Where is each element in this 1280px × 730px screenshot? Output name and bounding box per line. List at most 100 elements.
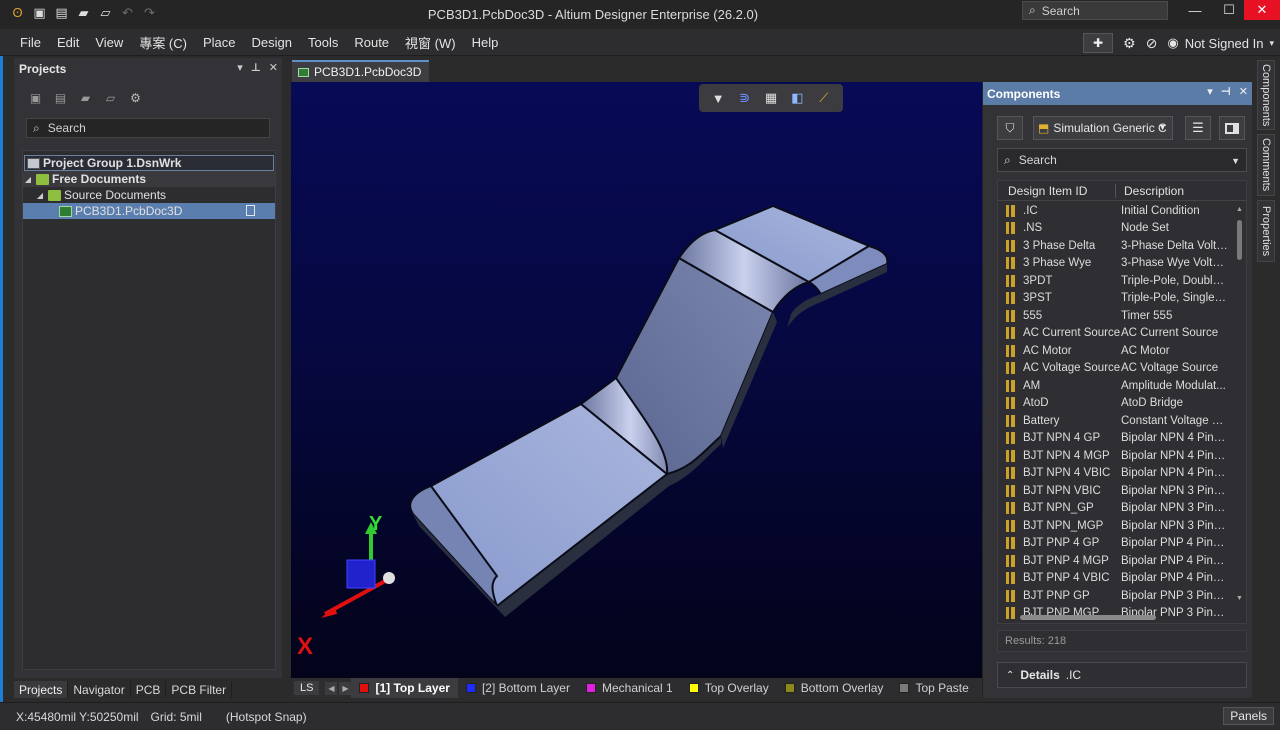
scrollbar-thumb[interactable] <box>1020 615 1156 620</box>
component-select-icon[interactable]: ▦ <box>763 90 779 106</box>
settings-gear-icon[interactable]: ⚙ <box>1123 35 1136 52</box>
project-settings-gear-icon[interactable]: ⚙ <box>128 91 143 105</box>
components-search-input[interactable]: ⌕ Search ▼ <box>997 148 1247 172</box>
component-row[interactable]: 3PST Triple-Pole, Single-T... <box>998 290 1234 308</box>
project-history-icon[interactable]: ▱ <box>103 91 118 105</box>
vertical-scrollbar[interactable]: ▲ ▼ <box>1236 202 1244 622</box>
menu-item-9[interactable]: Help <box>464 35 507 50</box>
scroll-up-icon[interactable]: ▲ <box>1236 206 1243 213</box>
menu-item-7[interactable]: Route <box>346 35 397 50</box>
layer-set-button[interactable]: LS <box>294 681 320 695</box>
layer-tab-2[interactable]: Mechanical 1 <box>578 678 681 698</box>
component-row[interactable]: BJT PNP GP Bipolar PNP 3 Pins Tr... <box>998 587 1234 605</box>
component-row[interactable]: .NS Node Set <box>998 220 1234 238</box>
projects-search-input[interactable]: ⌕ Search <box>26 118 270 138</box>
library-select-value: Simulation Generic C <box>1053 121 1167 135</box>
component-row[interactable]: AtoD AtoD Bridge <box>998 395 1234 413</box>
snap-magnet-icon[interactable]: ⋑ <box>737 90 753 106</box>
panel-close-icon[interactable]: ✕ <box>269 61 278 74</box>
route-icon[interactable]: ⟋ <box>816 90 832 106</box>
component-row[interactable]: BJT NPN 4 VBIC Bipolar NPN 4 Pins T... <box>998 465 1234 483</box>
layer-next-icon[interactable]: ▶ <box>339 681 352 695</box>
component-row[interactable]: BJT PNP 4 GP Bipolar PNP 4 Pins Tr... <box>998 535 1234 553</box>
panels-button[interactable]: Panels <box>1223 707 1274 725</box>
layer-tab-3[interactable]: Top Overlay <box>681 678 777 698</box>
tab-pcb3d-document[interactable]: PCB3D1.PcbDoc3D <box>292 60 430 82</box>
component-id: 3 Phase Wye <box>1023 257 1092 270</box>
filter-icon[interactable]: ▼ <box>710 90 726 106</box>
layer-prev-icon[interactable]: ◀ <box>325 681 338 695</box>
component-row[interactable]: 3 Phase Wye 3-Phase Wye Voltag... <box>998 255 1234 273</box>
component-row[interactable]: 555 Timer 555 <box>998 307 1234 325</box>
component-row[interactable]: BJT NPN 4 GP Bipolar NPN 4 Pins T... <box>998 430 1234 448</box>
pin-icon[interactable]: ⊣ <box>1221 85 1231 98</box>
menu-item-3[interactable]: 專案 (C) <box>131 33 195 52</box>
component-row[interactable]: Battery Constant Voltage S... <box>998 412 1234 430</box>
details-section-toggle[interactable]: ⌃ Details .IC <box>997 662 1247 688</box>
save-project-icon[interactable]: ▣ <box>28 91 43 105</box>
expand-arrow-icon[interactable]: ◢ <box>23 175 33 184</box>
tab-pcb[interactable]: PCB <box>131 681 167 698</box>
component-row[interactable]: 3PDT Triple-Pole, Double-... <box>998 272 1234 290</box>
component-row[interactable]: 3 Phase Delta 3-Phase Delta Volta... <box>998 237 1234 255</box>
column-header-design-item-id[interactable]: Design Item ID <box>998 183 1116 198</box>
side-tab-components[interactable]: Components <box>1257 60 1275 130</box>
toggle-details-view-button[interactable] <box>1219 116 1245 140</box>
global-search[interactable]: ⌕ Search <box>1022 1 1168 20</box>
3d-viewport[interactable]: Y X ▼ ⋑ ▦ ◧ ⟋ <box>291 82 982 678</box>
minimize-button[interactable]: — <box>1178 0 1212 20</box>
expand-arrow-icon[interactable]: ◢ <box>35 191 45 200</box>
menu-item-1[interactable]: Edit <box>49 35 87 50</box>
component-row[interactable]: BJT NPN 4 MGP Bipolar NPN 4 Pins T... <box>998 447 1234 465</box>
library-select[interactable]: ⬒ Simulation Generic C ▼ <box>1033 116 1173 140</box>
pin-icon[interactable]: ⊥ <box>251 61 261 74</box>
panel-close-icon[interactable]: ✕ <box>1239 85 1248 98</box>
menu-item-6[interactable]: Tools <box>300 35 346 50</box>
menu-item-4[interactable]: Place <box>195 35 244 50</box>
maximize-button[interactable]: ☐ <box>1212 0 1246 20</box>
close-button[interactable]: ✕ <box>1244 0 1280 20</box>
user-menu[interactable]: ◉ Not Signed In ▾ <box>1167 35 1274 51</box>
side-tab-properties[interactable]: Properties <box>1257 200 1275 262</box>
tree-item-free-documents[interactable]: ◢ Free Documents <box>23 171 275 187</box>
component-row[interactable]: BJT NPN_MGP Bipolar NPN 3 Pins T... <box>998 517 1234 535</box>
align-icon[interactable]: ◧ <box>789 90 805 106</box>
component-row[interactable]: BJT PNP 4 MGP Bipolar PNP 4 Pins Tr... <box>998 552 1234 570</box>
notifications-off-icon[interactable]: ⊘ <box>1146 35 1158 52</box>
component-row[interactable]: .IC Initial Condition <box>998 202 1234 220</box>
layer-tab-4[interactable]: Bottom Overlay <box>777 678 892 698</box>
tab-navigator[interactable]: Navigator <box>68 681 131 698</box>
tree-item-project-group[interactable]: Project Group 1.DsnWrk <box>24 155 274 171</box>
components-menu-button[interactable]: ☰ <box>1185 116 1211 140</box>
layer-tab-1[interactable]: [2] Bottom Layer <box>458 678 578 698</box>
components-search-placeholder: Search <box>1018 153 1057 167</box>
project-options-icon[interactable]: ▰ <box>78 91 93 105</box>
component-row[interactable]: BJT PNP 4 VBIC Bipolar PNP 4 Pins Tr... <box>998 570 1234 588</box>
panel-menu-icon[interactable]: ▾ <box>237 61 243 74</box>
panel-menu-icon[interactable]: ▾ <box>1207 85 1213 98</box>
menu-item-0[interactable]: File <box>12 35 49 50</box>
menu-item-5[interactable]: Design <box>244 35 300 50</box>
scroll-down-icon[interactable]: ▼ <box>1236 595 1243 602</box>
component-filter-button[interactable]: ⛉ <box>997 116 1023 140</box>
layer-tab-0[interactable]: [1] Top Layer <box>351 678 458 698</box>
tab-pcb-filter[interactable]: PCB Filter <box>166 681 233 698</box>
side-tab-comments[interactable]: Comments <box>1257 134 1275 196</box>
column-header-description[interactable]: Description <box>1116 184 1184 198</box>
scrollbar-thumb[interactable] <box>1237 220 1242 260</box>
tree-item-pcb3d-document[interactable]: PCB3D1.PcbDoc3D <box>23 203 275 219</box>
menu-item-2[interactable]: View <box>87 35 131 50</box>
layer-tab-5[interactable]: Top Paste <box>891 678 976 698</box>
tab-projects[interactable]: Projects <box>14 681 69 698</box>
component-row[interactable]: AC Motor AC Motor <box>998 342 1234 360</box>
compile-icon[interactable]: ▤ <box>53 91 68 105</box>
horizontal-scrollbar[interactable] <box>1006 613 1236 621</box>
component-row[interactable]: BJT NPN VBIC Bipolar NPN 3 Pins T... <box>998 482 1234 500</box>
component-row[interactable]: AC Current Source AC Current Source <box>998 325 1234 343</box>
component-row[interactable]: BJT NPN_GP Bipolar NPN 3 Pins T... <box>998 500 1234 518</box>
tree-item-source-documents[interactable]: ◢ Source Documents <box>23 187 275 203</box>
menu-item-8[interactable]: 視窗 (W) <box>397 33 464 52</box>
component-row[interactable]: AC Voltage Source AC Voltage Source <box>998 360 1234 378</box>
component-row[interactable]: AM Amplitude Modulat... <box>998 377 1234 395</box>
feedback-button[interactable]: ✚ <box>1083 33 1114 53</box>
